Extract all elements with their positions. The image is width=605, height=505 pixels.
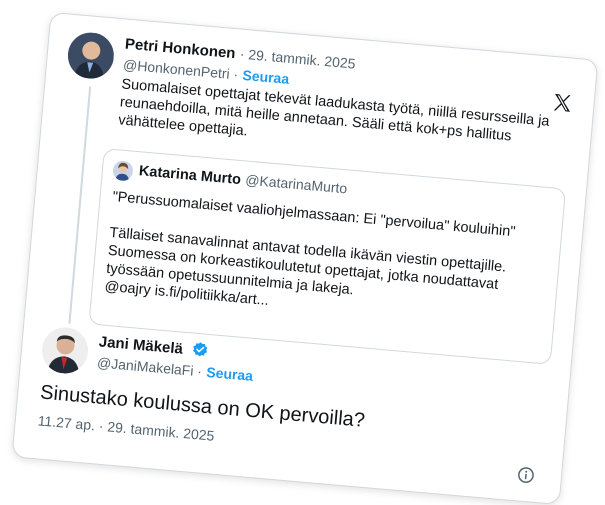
follow-button[interactable]: Seuraa xyxy=(242,67,290,87)
avatar-katarina-murto xyxy=(112,159,134,182)
avatar-jani-makela[interactable] xyxy=(40,325,90,376)
quoted-tweet-text: "Perussuomalaiset vaaliohjelmassaan: Ei … xyxy=(104,188,552,334)
avatar-petri-honkonen[interactable] xyxy=(65,30,116,81)
thread-connector-line xyxy=(68,86,92,324)
quoted-author-name: Katarina Murto xyxy=(138,163,242,189)
reply-author-name[interactable]: Jani Mäkelä xyxy=(98,333,183,357)
info-icon[interactable] xyxy=(516,465,536,489)
verified-badge-icon xyxy=(190,340,209,363)
embedded-tweet-card: Petri Honkonen · 29. tammik. 2025 @Honko… xyxy=(11,11,599,505)
quoted-author-handle: @KatarinaMurto xyxy=(244,171,348,197)
follow-button[interactable]: Seuraa xyxy=(206,364,254,384)
quoted-tweet[interactable]: Katarina Murto @KatarinaMurto "Perussuom… xyxy=(88,148,567,365)
